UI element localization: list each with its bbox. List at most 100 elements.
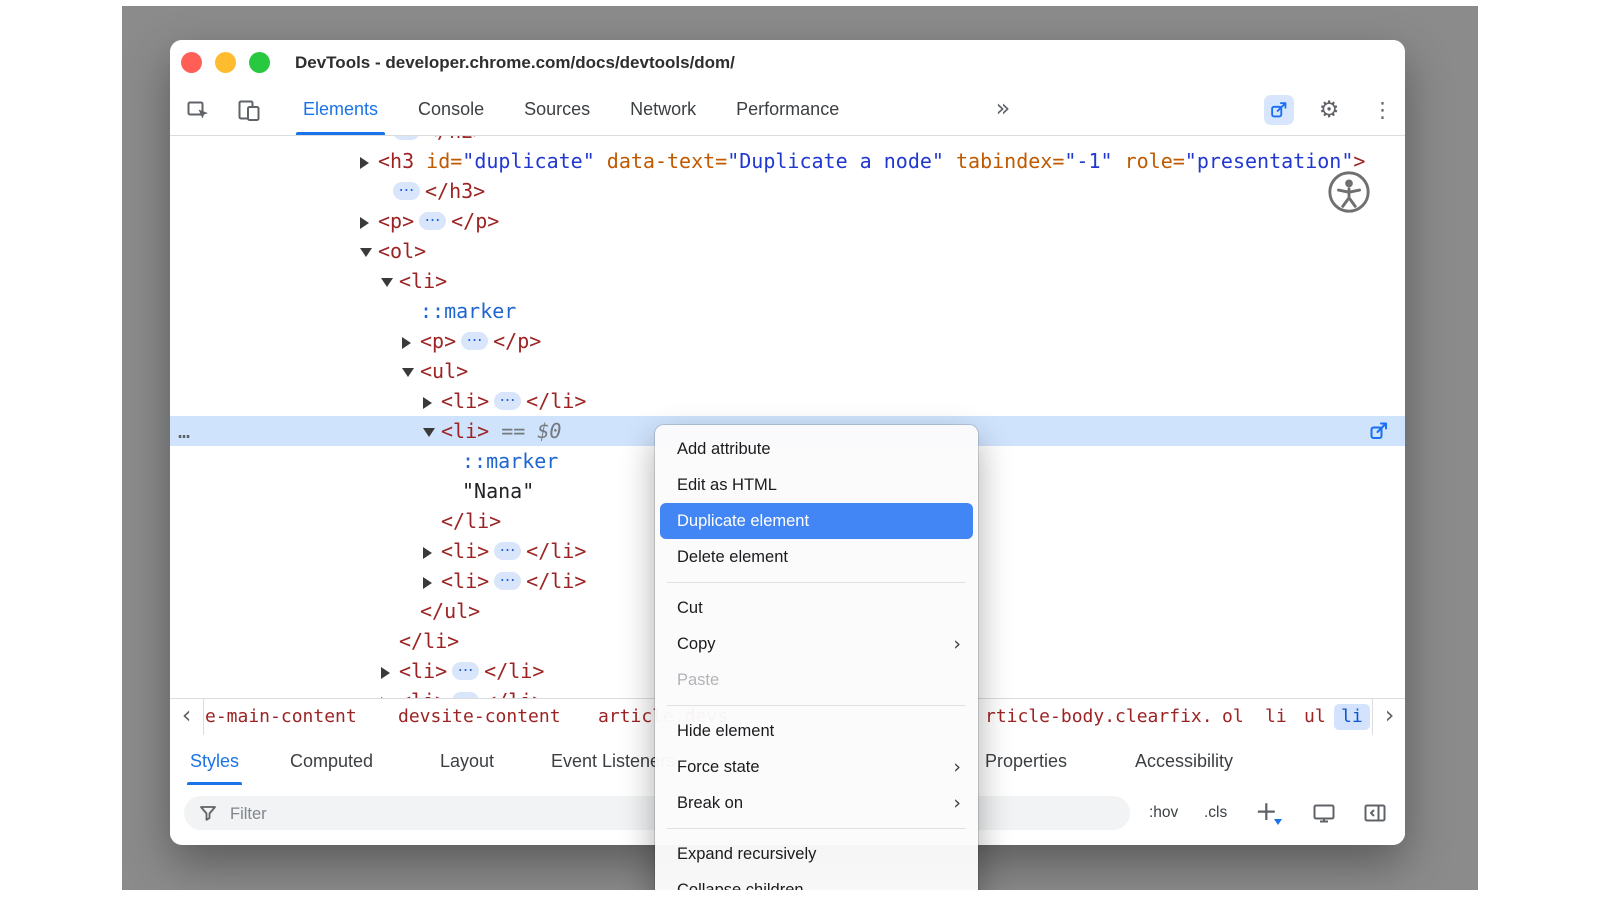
dom-tree-row[interactable]: <ol> [170, 236, 1405, 266]
panel-tab-properties[interactable]: Properties [985, 735, 1067, 787]
tab-console[interactable]: Console [415, 85, 487, 135]
expand-arrow-icon[interactable] [402, 337, 411, 349]
duplicate-element-adorner-icon[interactable] [1367, 419, 1391, 443]
breadcrumb-item[interactable]: e-main-content [205, 699, 357, 734]
collapsed-content-icon[interactable]: ⋯ [393, 136, 420, 140]
collapsed-content-icon[interactable]: ⋯ [494, 572, 521, 590]
menu-item-copy[interactable]: Copy› [660, 626, 973, 662]
devtools-toolbar: Elements Console Sources Network Performance… [170, 85, 1405, 136]
panel-tab-computed[interactable]: Computed [290, 735, 373, 787]
collapsed-content-icon[interactable]: ⋯ [393, 182, 420, 200]
menu-item-break-on[interactable]: Break on› [660, 785, 973, 821]
kebab-menu-icon[interactable]: ⋮ [1372, 85, 1392, 135]
menu-item-hide-element[interactable]: Hide element [660, 713, 973, 749]
accessibility-person-icon[interactable] [1326, 169, 1372, 215]
submenu-chevron-icon: › [953, 785, 961, 821]
menu-item-duplicate-element[interactable]: Duplicate element [660, 503, 973, 539]
expand-arrow-icon[interactable] [381, 667, 390, 679]
code-token: ::marker [420, 299, 516, 323]
menu-item-label: Collapse children [677, 881, 804, 890]
code-token: == [489, 419, 537, 443]
collapse-arrow-icon[interactable] [402, 368, 414, 377]
collapse-arrow-icon[interactable] [360, 248, 372, 257]
breadcrumb-item[interactable]: rticle-body.clearfix. [985, 699, 1213, 734]
breadcrumb-item[interactable]: ol [1222, 699, 1244, 734]
code-token: <li> [399, 659, 447, 683]
zoom-window-icon[interactable] [249, 52, 270, 73]
new-style-rule-caret-icon[interactable] [1274, 819, 1282, 825]
dom-tree-row[interactable]: <p>⋯</p> [170, 326, 1405, 356]
styles-filter-input[interactable] [228, 798, 632, 830]
tab-elements[interactable]: Elements [300, 85, 381, 135]
panel-tab-accessibility[interactable]: Accessibility [1135, 735, 1233, 787]
element-classes-button[interactable]: .cls [1204, 788, 1227, 838]
dom-tree-row[interactable]: <h3 id="duplicate" data-text="Duplicate … [170, 146, 1405, 176]
code-token: </li> [526, 389, 586, 413]
dom-tree-row[interactable]: <li> [170, 266, 1405, 296]
tab-performance[interactable]: Performance [733, 85, 842, 135]
menu-item-add-attribute[interactable]: Add attribute [660, 431, 973, 467]
dom-tree-row[interactable]: <ul> [170, 356, 1405, 386]
dock-sidebar-icon[interactable] [1362, 800, 1388, 826]
inspect-icon[interactable] [185, 97, 211, 123]
new-style-rule-button[interactable]: + [1255, 788, 1278, 835]
row-overflow-dots[interactable]: … [178, 416, 192, 446]
code-token: <p> [420, 329, 456, 353]
collapsed-content-icon[interactable]: ⋯ [419, 212, 446, 230]
collapsed-content-icon[interactable]: ⋯ [494, 542, 521, 560]
dom-tree-row[interactable]: <p>⋯</p> [170, 206, 1405, 236]
dom-tree-row[interactable]: <li> ⋯ </li> [170, 386, 1405, 416]
more-tabs-icon[interactable]: » [988, 85, 1018, 131]
breadcrumb-item[interactable]: ul [1304, 699, 1326, 734]
tab-sources[interactable]: Sources [521, 85, 593, 135]
code-token: </li> [399, 629, 459, 653]
desktop-background: DevTools - developer.chrome.com/docs/dev… [122, 6, 1478, 890]
code-token: <li> [441, 389, 489, 413]
expand-arrow-icon[interactable] [360, 217, 369, 229]
submenu-chevron-icon: › [953, 626, 961, 662]
code-token: $0 [537, 419, 561, 443]
menu-item-cut[interactable]: Cut [660, 590, 973, 626]
dom-tree-row[interactable]: ::marker [170, 296, 1405, 326]
minimize-window-icon[interactable] [215, 52, 236, 73]
expand-arrow-icon[interactable] [423, 397, 432, 409]
monitor-icon[interactable] [1311, 800, 1337, 826]
tab-network[interactable]: Network [627, 85, 699, 135]
close-window-icon[interactable] [181, 52, 202, 73]
collapse-arrow-icon[interactable] [423, 428, 435, 437]
code-token: </h3> [425, 179, 485, 203]
panel-tab-layout[interactable]: Layout [440, 735, 494, 787]
code-token: <ul> [420, 359, 468, 383]
menu-item-collapse-children[interactable]: Collapse children [660, 872, 973, 890]
toggle-element-state-button[interactable]: :hov [1149, 788, 1178, 838]
collapse-arrow-icon[interactable] [381, 278, 393, 287]
dom-tree-row[interactable]: ⋯ </h3> [170, 176, 1405, 206]
window-titlebar[interactable]: DevTools - developer.chrome.com/docs/dev… [170, 40, 1405, 86]
breadcrumb-scroll-left-icon[interactable]: ‹ [170, 699, 204, 736]
panel-tab-styles[interactable]: Styles [190, 735, 239, 787]
menu-item-label: Add attribute [677, 440, 771, 458]
code-token: ::marker [462, 449, 558, 473]
menu-item-label: Delete element [677, 548, 788, 566]
menu-item-edit-as-html[interactable]: Edit as HTML [660, 467, 973, 503]
duplicate-element-icon[interactable] [1264, 95, 1294, 125]
breadcrumb-item[interactable]: devsite-content [398, 699, 561, 734]
expand-arrow-icon[interactable] [423, 547, 432, 559]
menu-item-expand-recursively[interactable]: Expand recursively [660, 836, 973, 872]
expand-arrow-icon[interactable] [360, 157, 369, 169]
device-toolbar-icon[interactable] [236, 97, 262, 123]
breadcrumb-item[interactable]: li [1265, 699, 1287, 734]
settings-gear-icon[interactable]: ⚙ [1316, 85, 1342, 135]
menu-item-delete-element[interactable]: Delete element [660, 539, 973, 575]
breadcrumb-scroll-right-icon[interactable]: › [1372, 699, 1405, 736]
menu-item-paste: Paste [660, 662, 973, 698]
expand-arrow-icon[interactable] [423, 577, 432, 589]
dom-tree-row[interactable]: ⋯</h2> [170, 136, 1405, 146]
breadcrumb-item-selected[interactable]: li [1334, 704, 1370, 730]
collapsed-content-icon[interactable]: ⋯ [452, 662, 479, 680]
menu-item-force-state[interactable]: Force state› [660, 749, 973, 785]
collapsed-content-icon[interactable]: ⋯ [461, 332, 488, 350]
code-token: </li> [526, 539, 586, 563]
code-token: role= [1113, 149, 1185, 173]
collapsed-content-icon[interactable]: ⋯ [494, 392, 521, 410]
